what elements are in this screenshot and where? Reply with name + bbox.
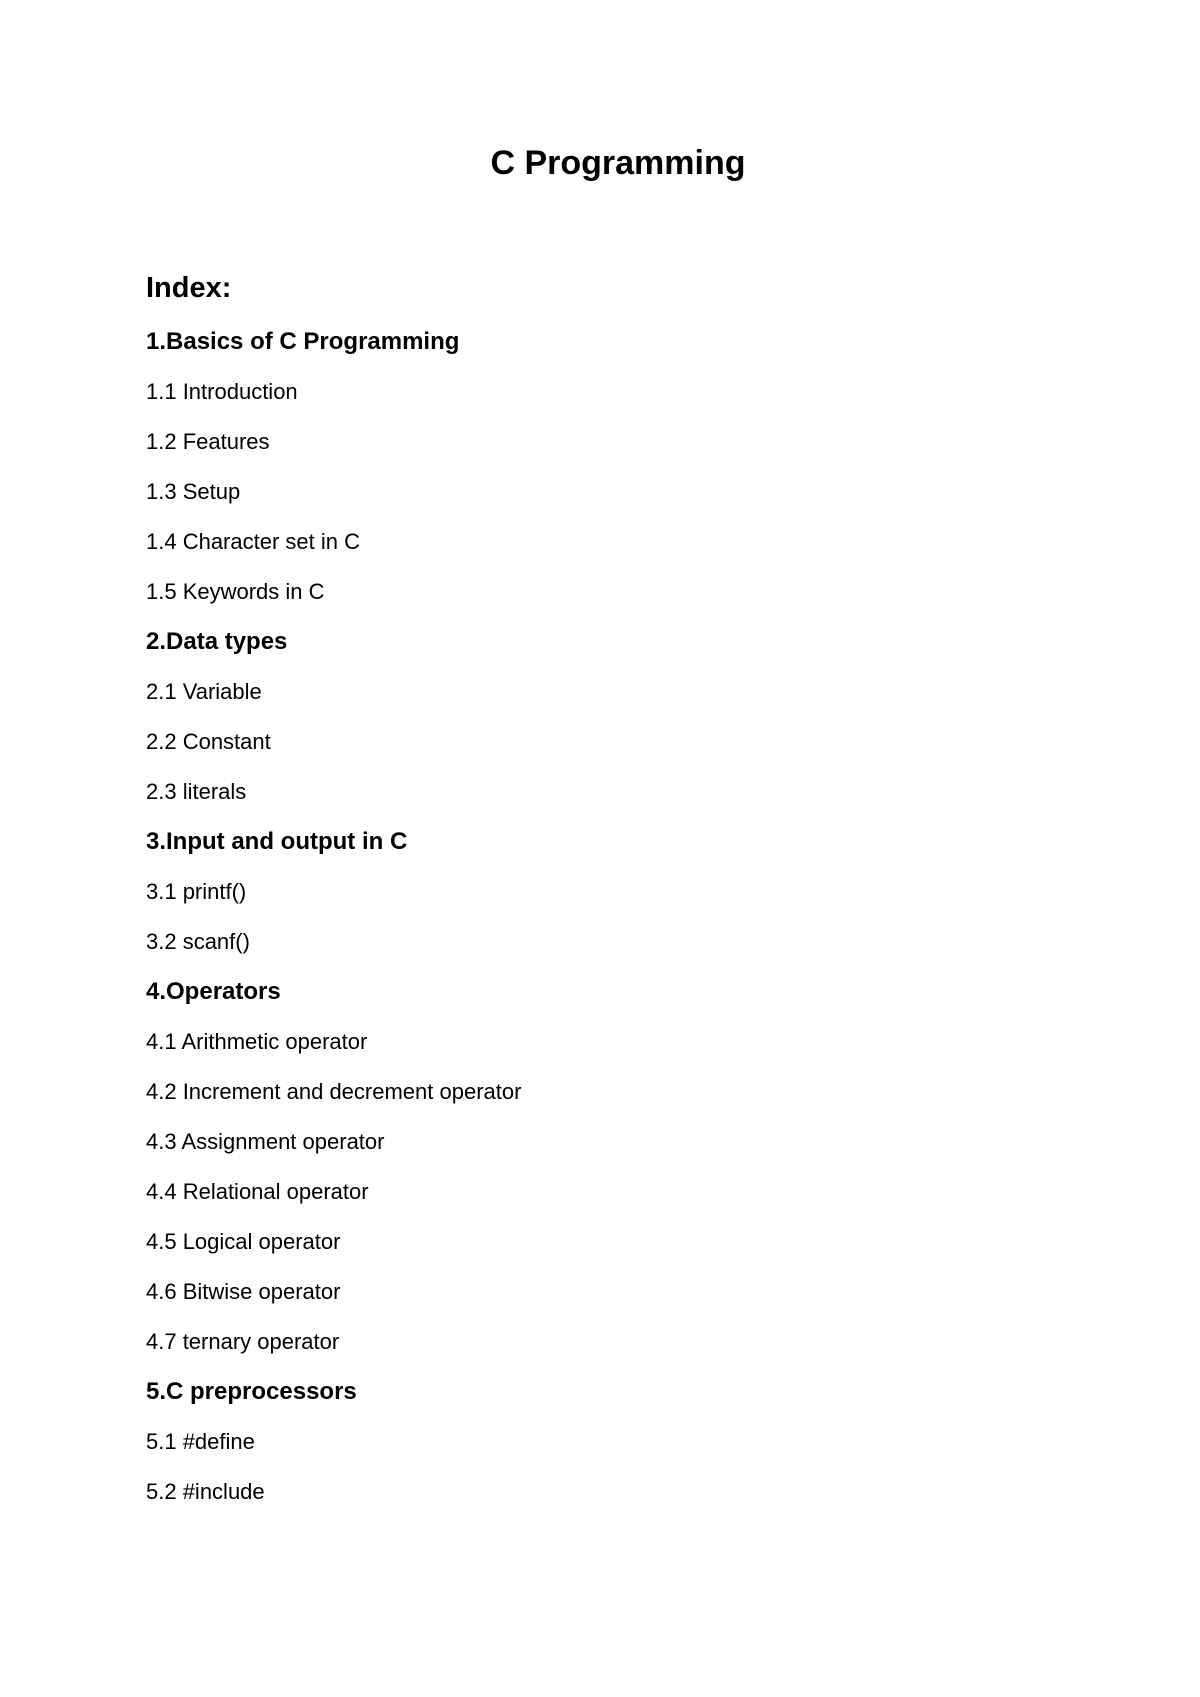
toc-section-heading: 1.Basics of C Programming bbox=[146, 328, 460, 355]
page-title: C Programming bbox=[490, 144, 746, 182]
toc-item: 4.3 Assignment operator bbox=[146, 1129, 385, 1154]
toc-item: 4.5 Logical operator bbox=[146, 1229, 341, 1254]
toc-item: 1.2 Features bbox=[146, 429, 270, 454]
toc-item: 1.1 Introduction bbox=[146, 379, 298, 404]
toc-item: 4.2 Increment and decrement operator bbox=[146, 1079, 522, 1104]
toc-section-heading: 4.Operators bbox=[146, 978, 281, 1005]
toc-item: 3.2 scanf() bbox=[146, 929, 250, 954]
toc-item: 1.3 Setup bbox=[146, 479, 241, 504]
toc-item: 1.5 Keywords in C bbox=[146, 579, 325, 604]
toc-section-heading: 3.Input and output in C bbox=[146, 828, 408, 855]
toc-item: 2.1 Variable bbox=[146, 679, 262, 704]
toc-item: 5.2 #include bbox=[146, 1479, 265, 1504]
index-heading: Index: bbox=[146, 272, 232, 304]
toc-section-heading: 5.C preprocessors bbox=[146, 1378, 357, 1405]
toc-item: 4.1 Arithmetic operator bbox=[146, 1029, 368, 1054]
toc-item: 4.4 Relational operator bbox=[146, 1179, 369, 1204]
toc-section-heading: 2.Data types bbox=[146, 628, 288, 655]
table-of-contents: 1.Basics of C Programming 1.1 Introducti… bbox=[146, 327, 521, 1527]
toc-item: 4.7 ternary operator bbox=[146, 1329, 340, 1354]
toc-item: 1.4 Character set in C bbox=[146, 529, 360, 554]
toc-item: 2.2 Constant bbox=[146, 729, 271, 754]
toc-item: 2.3 literals bbox=[146, 779, 247, 804]
toc-item: 3.1 printf() bbox=[146, 879, 247, 904]
toc-item: 5.1 #define bbox=[146, 1429, 255, 1454]
toc-item: 4.6 Bitwise operator bbox=[146, 1279, 341, 1304]
